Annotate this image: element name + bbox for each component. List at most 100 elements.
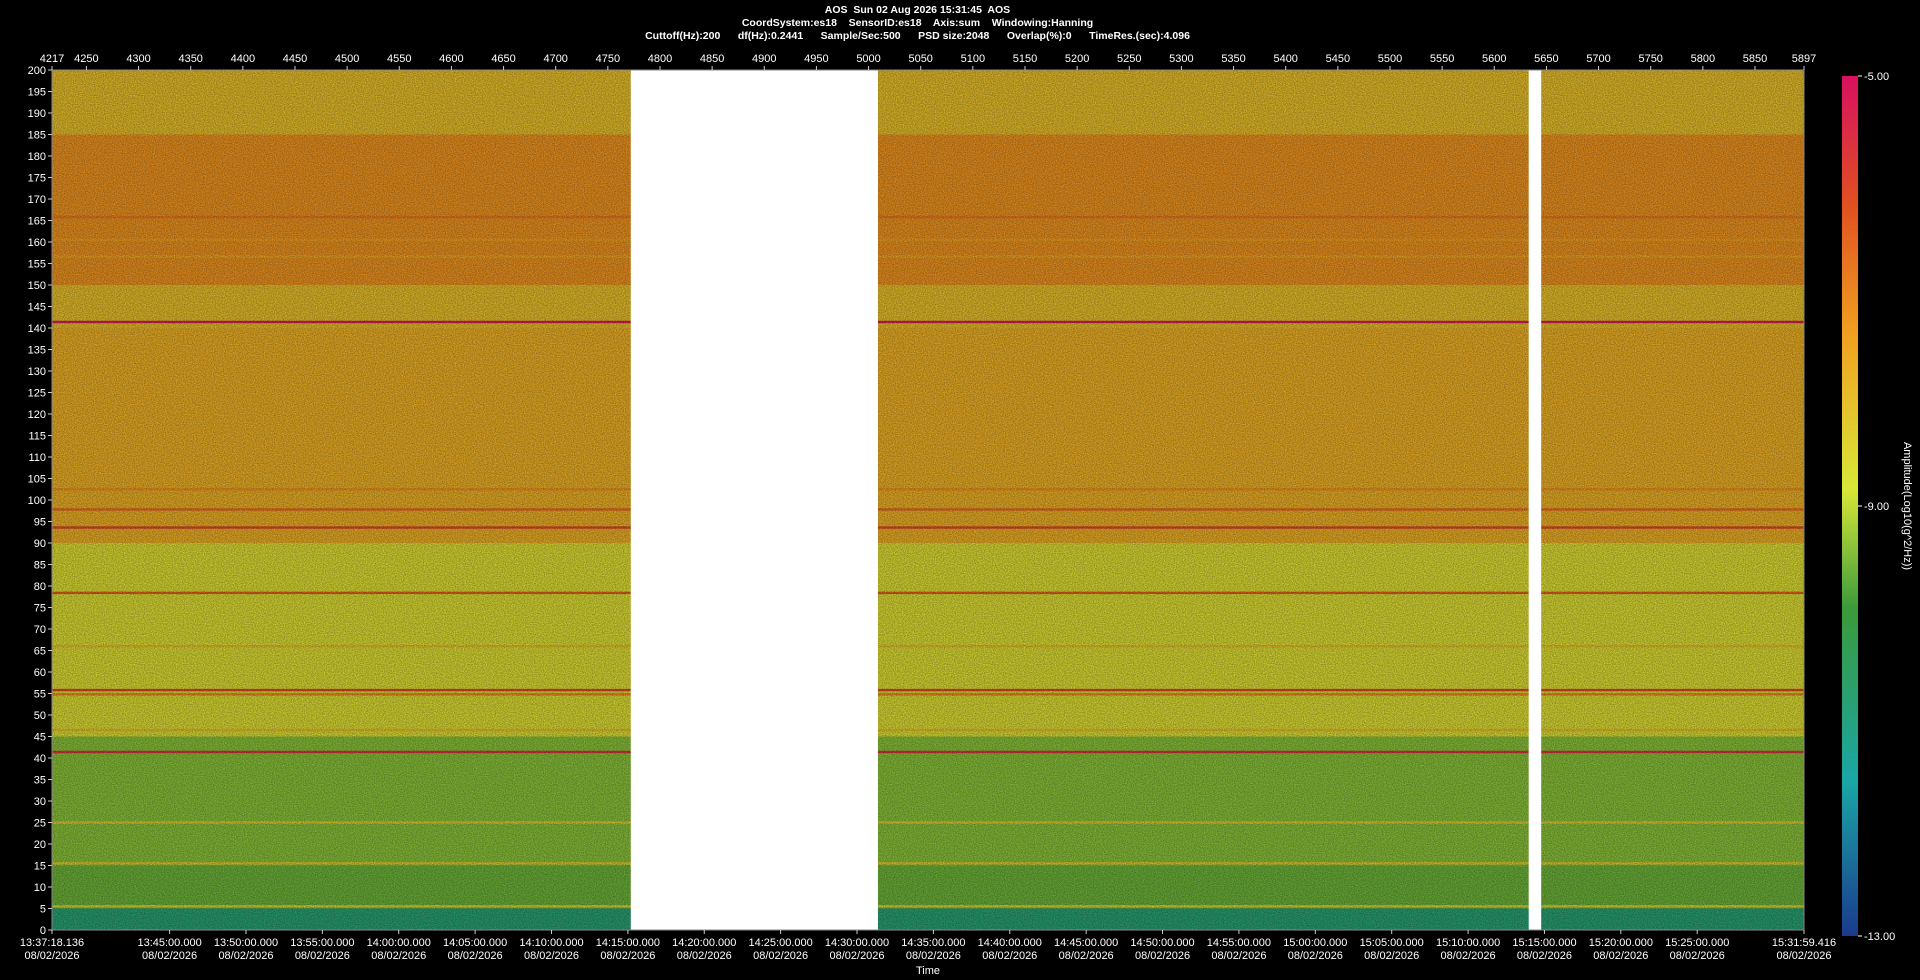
y-tick-label: 50 (34, 710, 46, 722)
y-tick-label: 120 (28, 409, 46, 421)
date-tick-label: 08/02/2026 (677, 950, 732, 962)
top-tick-label: 5650 (1534, 53, 1558, 65)
time-tick-label: 14:50:00.000 (1130, 937, 1194, 949)
top-tick-label: 4550 (387, 53, 411, 65)
time-tick-label: 15:00:00.000 (1283, 937, 1347, 949)
top-tick-label: 5850 (1743, 53, 1767, 65)
date-tick-label: 08/02/2026 (1059, 950, 1114, 962)
y-tick-label: 30 (34, 796, 46, 808)
date-tick-label: 08/02/2026 (1517, 950, 1572, 962)
date-tick-label: 08/02/2026 (1364, 950, 1419, 962)
top-tick-label: 5050 (908, 53, 932, 65)
y-tick-label: 60 (34, 667, 46, 679)
top-tick-label: 5350 (1221, 53, 1245, 65)
date-tick-label: 08/02/2026 (24, 950, 79, 962)
top-tick-label: 4250 (74, 53, 98, 65)
y-tick-label: 195 (28, 87, 46, 99)
top-tick-label: 5550 (1430, 53, 1454, 65)
top-tick-label: 4950 (804, 53, 828, 65)
y-tick-label: 145 (28, 302, 46, 314)
top-tick-label: 5250 (1117, 53, 1141, 65)
y-tick-label: 80 (34, 581, 46, 593)
date-tick-label: 08/02/2026 (371, 950, 426, 962)
y-tick-label: 125 (28, 388, 46, 400)
y-tick-label: 165 (28, 216, 46, 228)
colorbar-tick-label: -9.00 (1864, 501, 1889, 513)
top-tick-label: 4600 (439, 53, 463, 65)
date-tick-label: 08/02/2026 (1288, 950, 1343, 962)
top-tick-label: 4217 (40, 53, 64, 65)
y-tick-label: 15 (34, 861, 46, 873)
date-tick-label: 08/02/2026 (906, 950, 961, 962)
top-tick-label: 4350 (178, 53, 202, 65)
top-tick-label: 5400 (1273, 53, 1297, 65)
y-tick-label: 20 (34, 839, 46, 851)
time-tick-label: 14:10:00.000 (519, 937, 583, 949)
y-tick-label: 65 (34, 646, 46, 658)
y-tick-label: 200 (28, 65, 46, 77)
y-tick-label: 90 (34, 538, 46, 550)
date-tick-label: 08/02/2026 (1441, 950, 1496, 962)
y-tick-label: 35 (34, 775, 46, 787)
date-tick-label: 08/02/2026 (1776, 950, 1831, 962)
y-tick-label: 105 (28, 474, 46, 486)
y-tick-label: 140 (28, 323, 46, 335)
y-tick-label: 185 (28, 130, 46, 142)
y-tick-label: 25 (34, 818, 46, 830)
x-axis-time: 13:37:18.13608/02/202613:45:00.00008/02/… (20, 930, 1836, 962)
time-tick-label: 15:15:00.000 (1512, 937, 1576, 949)
y-tick-label: 40 (34, 753, 46, 765)
date-tick-label: 08/02/2026 (1593, 950, 1648, 962)
top-tick-label: 4500 (335, 53, 359, 65)
time-tick-label: 14:05:00.000 (443, 937, 507, 949)
date-tick-label: 08/02/2026 (142, 950, 197, 962)
time-tick-label: 14:00:00.000 (367, 937, 431, 949)
date-tick-label: 08/02/2026 (1211, 950, 1266, 962)
y-tick-label: 100 (28, 495, 46, 507)
y-tick-label: 115 (28, 431, 46, 443)
y-tick-label: 70 (34, 624, 46, 636)
date-tick-label: 08/02/2026 (600, 950, 655, 962)
top-tick-label: 4400 (231, 53, 255, 65)
time-tick-label: 14:20:00.000 (672, 937, 736, 949)
top-tick-label: 4750 (596, 53, 620, 65)
top-tick-label: 5897 (1792, 53, 1816, 65)
y-tick-label: 150 (28, 280, 46, 292)
top-tick-label: 4300 (126, 53, 150, 65)
y-tick-label: 0 (40, 925, 46, 937)
top-tick-label: 5150 (1013, 53, 1037, 65)
top-tick-label: 5300 (1169, 53, 1193, 65)
y-tick-label: 95 (34, 517, 46, 529)
top-tick-label: 5000 (856, 53, 880, 65)
y-tick-label: 135 (28, 345, 46, 357)
time-tick-label: 14:40:00.000 (978, 937, 1042, 949)
time-tick-label: 14:55:00.000 (1207, 937, 1271, 949)
y-tick-label: 190 (28, 108, 46, 120)
x-axis-label: Time (916, 965, 940, 977)
top-tick-label: 5450 (1326, 53, 1350, 65)
data-gap-1 (1528, 70, 1542, 930)
x-axis-frame-index: 4217 4250 4300 4350 4400 4450 4500 4550 4600 4650… (40, 53, 1816, 70)
colorbar-tick-label: -5.00 (1864, 71, 1889, 83)
time-tick-label: 15:31:59.416 (1772, 937, 1836, 949)
top-tick-label: 5600 (1482, 53, 1506, 65)
top-tick-label: 5700 (1586, 53, 1610, 65)
y-tick-label: 75 (34, 603, 46, 615)
top-tick-label: 4900 (752, 53, 776, 65)
top-tick-label: 4450 (283, 53, 307, 65)
time-tick-label: 14:30:00.000 (825, 937, 889, 949)
y-tick-label: 130 (28, 366, 46, 378)
top-tick-label: 4650 (491, 53, 515, 65)
top-tick-label: 5200 (1065, 53, 1089, 65)
date-tick-label: 08/02/2026 (448, 950, 503, 962)
top-tick-label: 5500 (1378, 53, 1402, 65)
y-axis-frequency: 2001951901851801751701651601551501451401… (28, 65, 52, 937)
data-gap-0 (630, 70, 878, 930)
time-tick-label: 14:15:00.000 (596, 937, 660, 949)
top-tick-label: 4800 (648, 53, 672, 65)
time-tick-label: 15:05:00.000 (1360, 937, 1424, 949)
y-tick-label: 85 (34, 560, 46, 572)
colorbar-tick-label: -13.00 (1864, 931, 1895, 943)
colorbar-label: Amplitude(Log10(g^2/Hz)) (1901, 442, 1913, 570)
top-tick-label: 5100 (961, 53, 985, 65)
